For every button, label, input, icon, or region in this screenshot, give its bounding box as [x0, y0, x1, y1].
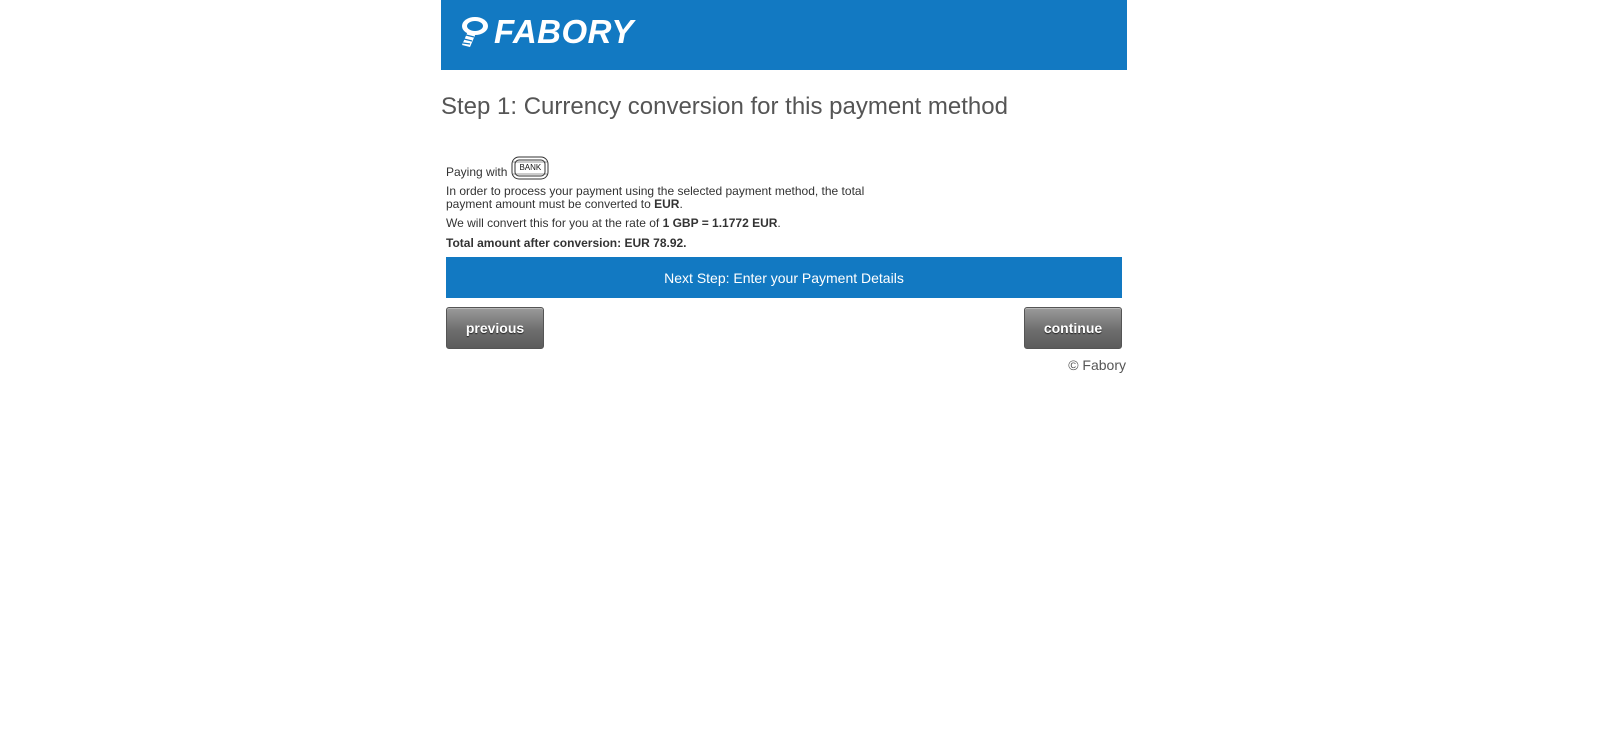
target-currency: EUR — [654, 197, 680, 211]
fabory-logo: FABORY — [458, 15, 634, 49]
next-step-banner: Next Step: Enter your Payment Details — [446, 257, 1122, 298]
paying-with-row: Paying with BANK — [446, 154, 1126, 180]
rate-prefix: We will convert this for you at the rate… — [446, 216, 660, 230]
header-banner: FABORY — [441, 0, 1127, 70]
copyright-footer: © Fabory — [1068, 357, 1126, 373]
bank-payment-method-icon: BANK — [511, 156, 549, 180]
conversion-info: In order to process your payment using t… — [446, 184, 865, 211]
continue-button[interactable]: continue — [1024, 307, 1122, 349]
rate-value: 1 GBP = 1.1772 EUR — [662, 216, 778, 230]
page-title: Step 1: Currency conversion for this pay… — [441, 93, 1008, 120]
paying-with-label: Paying with — [446, 165, 508, 179]
conversion-rate: We will convert this for you at the rate… — [446, 216, 781, 230]
total-after-conversion: Total amount after conversion: EUR 78.92… — [446, 237, 1126, 250]
total-value: EUR 78.92. — [624, 236, 687, 250]
brand-name: FABORY — [494, 13, 634, 50]
bolt-logo-icon — [462, 17, 488, 47]
previous-button[interactable]: previous — [446, 307, 544, 349]
total-label: Total amount after conversion: — [446, 236, 622, 250]
next-step-label: Next Step: Enter your Payment Details — [664, 269, 904, 286]
payment-details: Paying with BANK In order to process you… — [446, 154, 1126, 250]
bank-logo-text: BANK — [519, 163, 542, 172]
